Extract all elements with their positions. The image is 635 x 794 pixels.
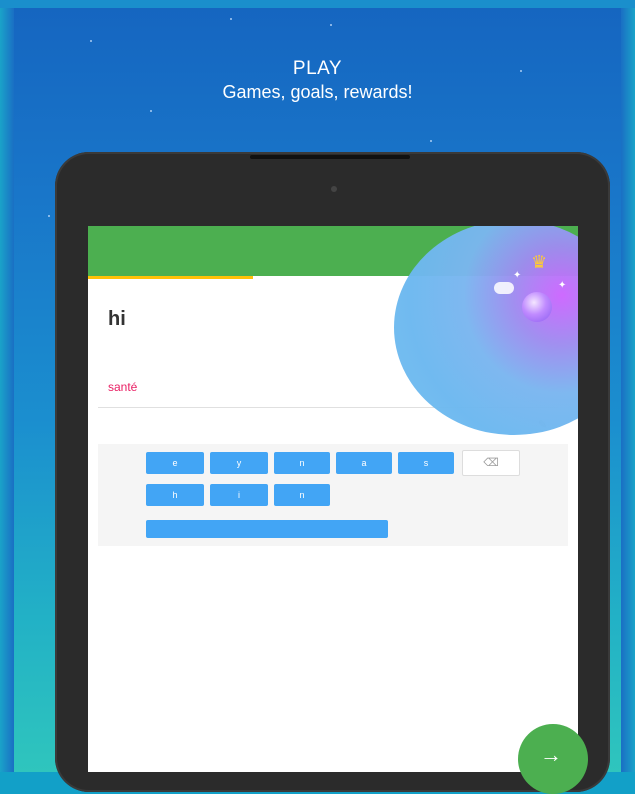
key-button[interactable]: h xyxy=(146,484,204,506)
lesson-progress-bar xyxy=(88,276,253,279)
promo-headline: PLAY Games, goals, rewards! xyxy=(0,58,635,104)
avatar-icon[interactable] xyxy=(522,292,552,322)
key-button[interactable]: a xyxy=(336,452,392,474)
star xyxy=(230,18,232,20)
key-button[interactable]: i xyxy=(210,484,268,506)
sparkle-icon: ✦ xyxy=(558,280,567,291)
app-screen: hi santé ✎ e y n a s ⌫ h i n ♛ ✦ ✦ xyxy=(88,226,578,772)
next-button[interactable]: → xyxy=(518,724,588,794)
space-key-button[interactable] xyxy=(146,520,388,538)
frame-right xyxy=(621,0,635,772)
key-button[interactable]: n xyxy=(274,484,330,506)
cloud-icon xyxy=(494,282,514,294)
arrow-right-icon: → xyxy=(540,742,562,767)
prompt-word: hi xyxy=(108,308,126,330)
answer-text: santé xyxy=(108,380,138,394)
frame-top xyxy=(0,0,635,8)
promo-subtitle: Games, goals, rewards! xyxy=(222,82,413,102)
star xyxy=(90,40,92,42)
key-button[interactable]: y xyxy=(210,452,268,474)
sparkle-icon: ✦ xyxy=(513,270,522,281)
key-button[interactable]: s xyxy=(398,452,454,474)
tablet-speaker xyxy=(250,155,410,159)
promo-title: PLAY xyxy=(292,58,343,79)
frame-left xyxy=(0,0,14,772)
star xyxy=(48,215,50,217)
key-button[interactable]: e xyxy=(146,452,204,474)
star xyxy=(150,110,152,112)
key-button[interactable]: n xyxy=(274,452,330,474)
trophy-icon[interactable]: ♛ xyxy=(531,252,547,273)
star xyxy=(330,24,332,26)
tablet-camera xyxy=(331,186,337,192)
delete-key-button[interactable]: ⌫ xyxy=(462,450,520,476)
letter-keyboard: e y n a s ⌫ h i n xyxy=(98,444,568,546)
star xyxy=(430,140,432,142)
